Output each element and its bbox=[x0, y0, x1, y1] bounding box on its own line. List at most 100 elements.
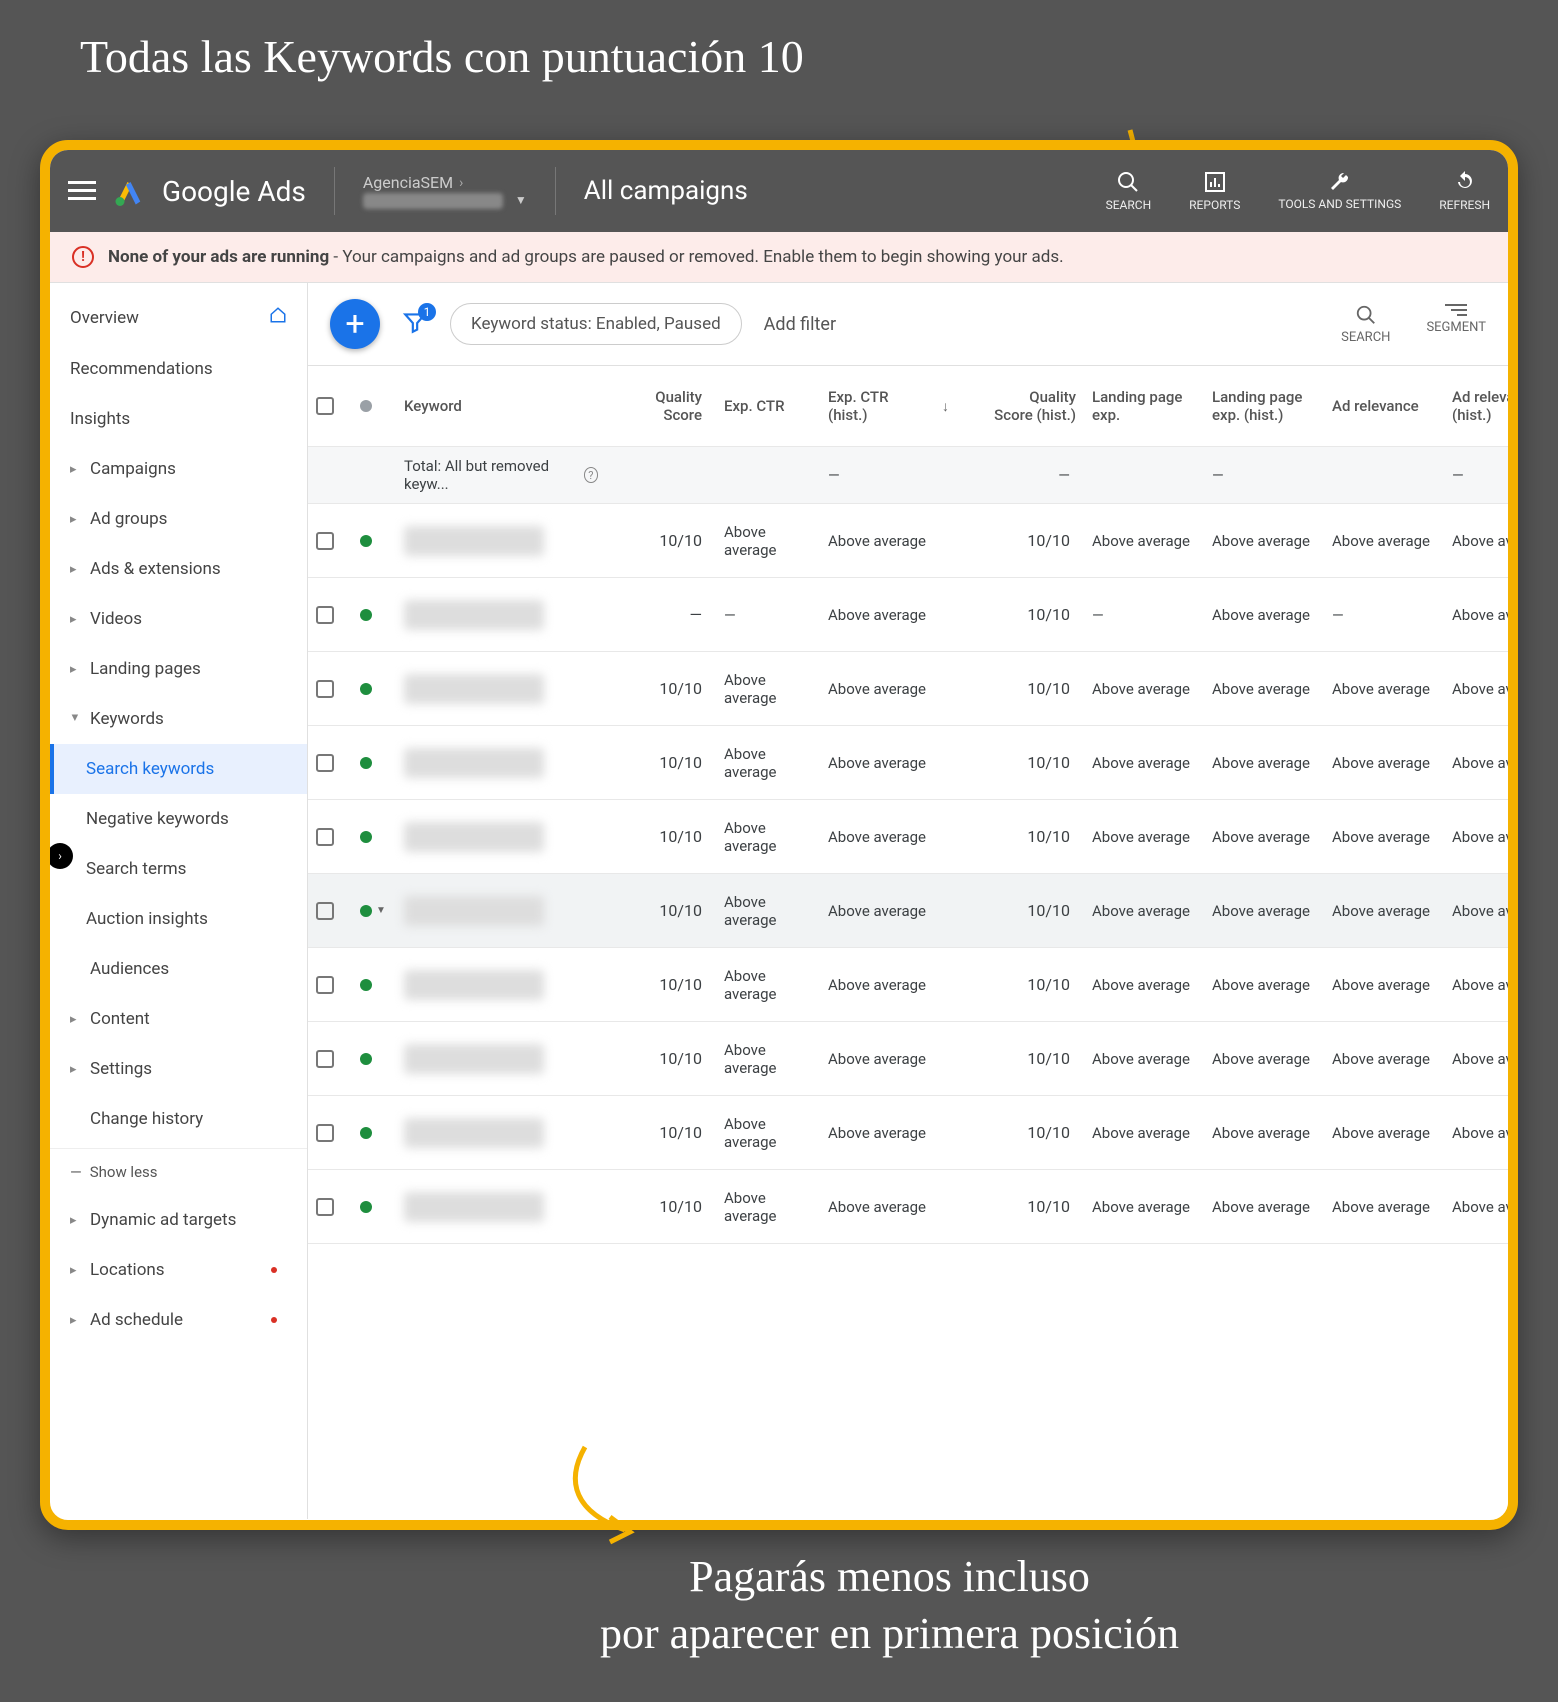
cell-ad-relevance-hist: Above average bbox=[1444, 1188, 1508, 1226]
sidebar-item-content[interactable]: ▸Content bbox=[50, 994, 307, 1044]
table-header-row: Keyword Quality Score Exp. CTR Exp. CTR … bbox=[308, 366, 1508, 447]
row-checkbox[interactable] bbox=[316, 1124, 334, 1142]
cell-ad-relevance: Above average bbox=[1324, 670, 1444, 708]
sidebar-item-insights[interactable]: Insights bbox=[50, 394, 307, 444]
sidebar-item-dynamic-targets[interactable]: ▸Dynamic ad targets bbox=[50, 1195, 307, 1245]
add-filter-button[interactable]: Add filter bbox=[764, 314, 836, 335]
expand-panel-icon[interactable]: › bbox=[47, 843, 73, 869]
cell-exp-ctr-hist: Above average bbox=[820, 596, 934, 634]
sidebar-item-settings[interactable]: ▸Settings bbox=[50, 1044, 307, 1094]
sidebar-item-overview[interactable]: Overview bbox=[50, 291, 307, 344]
table-row[interactable]: — — Above average 10/10 — Above average … bbox=[308, 578, 1508, 652]
sidebar-item-recommendations[interactable]: Recommendations bbox=[50, 344, 307, 394]
table-row[interactable]: ▼ 10/10 Above average Above average 10/1… bbox=[308, 874, 1508, 948]
table-row[interactable]: 10/10 Above average Above average 10/10 … bbox=[308, 652, 1508, 726]
row-checkbox[interactable] bbox=[316, 532, 334, 550]
sidebar-item-search-keywords[interactable]: Search keywords bbox=[50, 744, 307, 794]
filter-button[interactable]: 1 bbox=[402, 309, 428, 339]
sidebar-item-keywords[interactable]: ▸Keywords bbox=[50, 694, 307, 744]
help-icon[interactable]: ? bbox=[584, 467, 598, 483]
sidebar-item-auction-insights[interactable]: Auction insights bbox=[50, 894, 307, 944]
table-row[interactable]: 10/10 Above average Above average 10/10 … bbox=[308, 800, 1508, 874]
caret-down-icon: ▸ bbox=[68, 714, 83, 724]
sidebar-item-adgroups[interactable]: ▸Ad groups bbox=[50, 494, 307, 544]
sidebar-item-ads-extensions[interactable]: ▸Ads & extensions bbox=[50, 544, 307, 594]
row-checkbox[interactable] bbox=[316, 680, 334, 698]
toolbar: + 1 Keyword status: Enabled, Paused Add … bbox=[308, 283, 1508, 365]
col-landing-exp[interactable]: Landing page exp. bbox=[1084, 378, 1204, 434]
table-row[interactable]: 10/10 Above average Above average 10/10 … bbox=[308, 726, 1508, 800]
status-dot-icon bbox=[360, 1127, 372, 1139]
cell-landing-exp: — bbox=[1084, 596, 1204, 634]
caret-down-icon: ▼ bbox=[515, 193, 527, 207]
cell-landing-exp-hist: Above average bbox=[1204, 1114, 1324, 1152]
cell-quality-score-hist: 10/10 bbox=[986, 965, 1084, 1004]
sidebar-item-ad-schedule[interactable]: ▸Ad schedule bbox=[50, 1295, 307, 1345]
cell-landing-exp-hist: Above average bbox=[1204, 596, 1324, 634]
row-checkbox[interactable] bbox=[316, 902, 334, 920]
sidebar-item-search-terms[interactable]: Search terms bbox=[50, 844, 307, 894]
sidebar-item-videos[interactable]: ▸Videos bbox=[50, 594, 307, 644]
cell-quality-score-hist: 10/10 bbox=[986, 1187, 1084, 1226]
cell-exp-ctr: Above average bbox=[716, 957, 820, 1013]
sidebar-item-negative-keywords[interactable]: Negative keywords bbox=[50, 794, 307, 844]
cell-quality-score-hist: 10/10 bbox=[986, 1039, 1084, 1078]
table-row[interactable]: 10/10 Above average Above average 10/10 … bbox=[308, 948, 1508, 1022]
sidebar-item-change-history[interactable]: Change history bbox=[50, 1094, 307, 1144]
table-search-button[interactable]: SEARCH bbox=[1341, 304, 1390, 345]
tool-label: SEGMENT bbox=[1426, 320, 1486, 335]
row-checkbox[interactable] bbox=[316, 1198, 334, 1216]
row-checkbox[interactable] bbox=[316, 976, 334, 994]
cell-exp-ctr-hist: Above average bbox=[820, 966, 934, 1004]
refresh-button[interactable]: REFRESH bbox=[1439, 170, 1490, 212]
keyword-redacted bbox=[404, 674, 544, 704]
tools-button[interactable]: TOOLS AND SETTINGS bbox=[1278, 170, 1401, 210]
col-quality-score-hist[interactable]: Quality Score (hist.) bbox=[986, 378, 1084, 434]
sort-arrow-icon[interactable]: ↓ bbox=[942, 398, 949, 415]
sidebar-item-label: Ad schedule bbox=[90, 1310, 183, 1330]
sidebar-item-landing-pages[interactable]: ▸Landing pages bbox=[50, 644, 307, 694]
sidebar-item-locations[interactable]: ▸Locations bbox=[50, 1245, 307, 1295]
google-ads-logo-icon bbox=[114, 176, 144, 206]
tool-label: SEARCH bbox=[1341, 330, 1390, 345]
cell-exp-ctr: Above average bbox=[716, 883, 820, 939]
row-checkbox[interactable] bbox=[316, 1050, 334, 1068]
col-exp-ctr-hist[interactable]: Exp. CTR (hist.) bbox=[820, 378, 934, 434]
home-icon bbox=[269, 306, 287, 329]
col-ad-relevance[interactable]: Ad relevance bbox=[1324, 387, 1444, 425]
brand-text: Google Ads bbox=[162, 175, 306, 208]
sidebar-item-campaigns[interactable]: ▸Campaigns bbox=[50, 444, 307, 494]
col-ad-relevance-hist[interactable]: Ad relevance (hist.) bbox=[1444, 378, 1508, 434]
caret-icon: ▸ bbox=[70, 1012, 80, 1027]
col-landing-exp-hist[interactable]: Landing page exp. (hist.) bbox=[1204, 378, 1324, 434]
status-dot-icon bbox=[360, 905, 372, 917]
caret-down-icon[interactable]: ▼ bbox=[376, 905, 386, 916]
keyword-redacted bbox=[404, 896, 544, 926]
caret-icon: ▸ bbox=[70, 1062, 80, 1077]
top-bar: Google Ads AgenciaSEM › ▼ All campaigns … bbox=[50, 150, 1508, 232]
table-row[interactable]: 10/10 Above average Above average 10/10 … bbox=[308, 1022, 1508, 1096]
cell-landing-exp-hist: Above average bbox=[1204, 1040, 1324, 1078]
col-exp-ctr[interactable]: Exp. CTR bbox=[716, 387, 820, 425]
sidebar-show-less[interactable]: —Show less bbox=[50, 1148, 307, 1195]
row-checkbox[interactable] bbox=[316, 606, 334, 624]
keyword-redacted bbox=[404, 970, 544, 1000]
add-button[interactable]: + bbox=[330, 299, 380, 349]
search-button[interactable]: SEARCH bbox=[1106, 170, 1152, 212]
reports-button[interactable]: REPORTS bbox=[1189, 170, 1240, 212]
segment-button[interactable]: SEGMENT bbox=[1426, 304, 1486, 345]
col-keyword[interactable]: Keyword bbox=[396, 387, 606, 425]
table-row[interactable]: 10/10 Above average Above average 10/10 … bbox=[308, 504, 1508, 578]
row-checkbox[interactable] bbox=[316, 828, 334, 846]
filter-chip[interactable]: Keyword status: Enabled, Paused bbox=[450, 303, 742, 345]
select-all-checkbox[interactable] bbox=[316, 397, 334, 415]
sidebar-item-audiences[interactable]: Audiences bbox=[50, 944, 307, 994]
row-checkbox[interactable] bbox=[316, 754, 334, 772]
table-row[interactable]: 10/10 Above average Above average 10/10 … bbox=[308, 1096, 1508, 1170]
col-quality-score[interactable]: Quality Score bbox=[606, 378, 716, 434]
account-selector[interactable]: AgenciaSEM › ▼ bbox=[363, 173, 527, 208]
table-row[interactable]: 10/10 Above average Above average 10/10 … bbox=[308, 1170, 1508, 1244]
keywords-table: Keyword Quality Score Exp. CTR Exp. CTR … bbox=[308, 365, 1508, 1519]
account-name: AgenciaSEM bbox=[363, 173, 453, 192]
menu-icon[interactable] bbox=[68, 181, 96, 201]
